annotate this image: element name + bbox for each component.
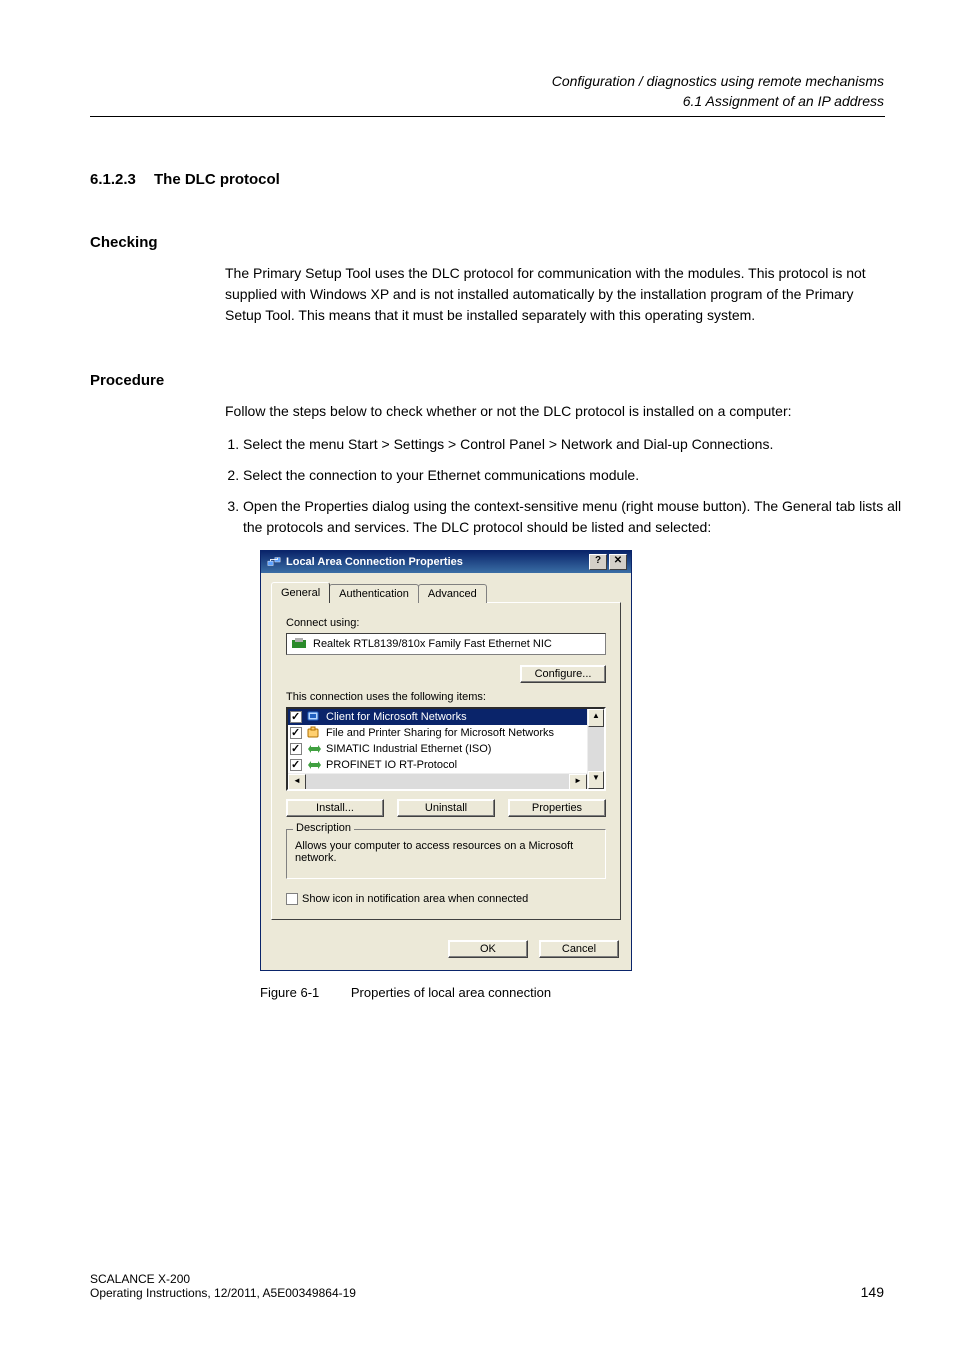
header-subtitle: 6.1 Assignment of an IP address bbox=[552, 92, 884, 112]
section-heading: 6.1.2.3 The DLC protocol bbox=[90, 171, 884, 188]
service-icon bbox=[306, 726, 322, 740]
protocol-icon bbox=[306, 742, 322, 756]
nic-display: Realtek RTL8139/810x Family Fast Etherne… bbox=[286, 633, 606, 655]
show-icon-row[interactable]: Show icon in notification area when conn… bbox=[286, 893, 606, 905]
local-area-connection-properties-window: Local Area Connection Properties ? ✕ Gen… bbox=[260, 550, 632, 971]
checking-body: The Primary Setup Tool uses the DLC prot… bbox=[225, 263, 885, 326]
description-text: Allows your computer to access resources… bbox=[295, 840, 597, 864]
footer-line1: SCALANCE X-200 bbox=[90, 1272, 356, 1286]
procedure-step: Select the connection to your Ethernet c… bbox=[243, 465, 903, 486]
scroll-left-button[interactable]: ◄ bbox=[288, 774, 306, 789]
footer-line2: Operating Instructions, 12/2011, A5E0034… bbox=[90, 1286, 356, 1300]
nic-icon bbox=[291, 637, 307, 651]
procedure-step: Select the menu Start > Settings > Contr… bbox=[243, 434, 903, 455]
tab-general[interactable]: General bbox=[271, 582, 330, 603]
section-title: The DLC protocol bbox=[154, 171, 280, 188]
procedure-step: Open the Properties dialog using the con… bbox=[243, 496, 903, 538]
description-legend: Description bbox=[293, 822, 354, 834]
scroll-right-button[interactable]: ► bbox=[569, 774, 587, 789]
figure-text: Properties of local area connection bbox=[351, 985, 551, 1000]
list-item[interactable]: Client for Microsoft Networks bbox=[288, 709, 587, 725]
tab-authentication[interactable]: Authentication bbox=[329, 584, 419, 603]
checkbox[interactable] bbox=[290, 759, 302, 771]
close-button[interactable]: ✕ bbox=[609, 554, 627, 570]
list-item-label: File and Printer Sharing for Microsoft N… bbox=[326, 727, 554, 739]
install-button[interactable]: Install... bbox=[286, 799, 384, 817]
checkbox[interactable] bbox=[290, 711, 302, 723]
show-icon-label: Show icon in notification area when conn… bbox=[302, 893, 528, 905]
description-group: Description Allows your computer to acce… bbox=[286, 829, 606, 879]
list-item[interactable]: PROFINET IO RT-Protocol bbox=[288, 757, 587, 773]
checkbox[interactable] bbox=[290, 727, 302, 739]
window-title: Local Area Connection Properties bbox=[286, 556, 587, 568]
procedure-heading: Procedure bbox=[90, 372, 884, 389]
figure-caption: Figure 6-1 Properties of local area conn… bbox=[260, 985, 884, 1000]
scroll-down-button[interactable]: ▼ bbox=[588, 771, 604, 789]
tab-advanced[interactable]: Advanced bbox=[418, 584, 487, 603]
page-header: Configuration / diagnostics using remote… bbox=[552, 72, 884, 111]
footer-left: SCALANCE X-200 Operating Instructions, 1… bbox=[90, 1272, 356, 1300]
show-icon-checkbox[interactable] bbox=[286, 893, 298, 905]
client-icon bbox=[306, 710, 322, 724]
protocol-icon bbox=[306, 758, 322, 772]
header-title: Configuration / diagnostics using remote… bbox=[552, 72, 884, 92]
figure-number: Figure 6-1 bbox=[260, 985, 319, 1000]
cancel-button[interactable]: Cancel bbox=[539, 940, 619, 958]
ok-button[interactable]: OK bbox=[448, 940, 528, 958]
scrollbar-vertical[interactable]: ▲ ▼ bbox=[587, 709, 604, 789]
items-label: This connection uses the following items… bbox=[286, 691, 606, 703]
page-footer: SCALANCE X-200 Operating Instructions, 1… bbox=[90, 1272, 884, 1300]
list-item[interactable]: SIMATIC Industrial Ethernet (ISO) bbox=[288, 741, 587, 757]
scrollbar-horizontal[interactable]: ◄ ► bbox=[288, 773, 587, 789]
scroll-up-button[interactable]: ▲ bbox=[588, 709, 604, 727]
window-icon bbox=[267, 555, 281, 569]
connect-using-label: Connect using: bbox=[286, 617, 606, 629]
checkbox[interactable] bbox=[290, 743, 302, 755]
list-item-label: Client for Microsoft Networks bbox=[326, 711, 467, 723]
page-number: 149 bbox=[861, 1284, 884, 1300]
checking-heading: Checking bbox=[90, 234, 884, 251]
list-item-label: PROFINET IO RT-Protocol bbox=[326, 759, 457, 771]
help-button[interactable]: ? bbox=[589, 554, 607, 570]
procedure-steps: Select the menu Start > Settings > Contr… bbox=[225, 434, 903, 538]
uninstall-button[interactable]: Uninstall bbox=[397, 799, 495, 817]
connection-items-list[interactable]: Client for Microsoft Networks File and P… bbox=[286, 707, 606, 791]
procedure-intro: Follow the steps below to check whether … bbox=[225, 401, 885, 422]
dialog-buttons: OK Cancel bbox=[261, 932, 631, 970]
section-number: 6.1.2.3 bbox=[90, 171, 150, 188]
nic-name: Realtek RTL8139/810x Family Fast Etherne… bbox=[313, 638, 552, 650]
tab-strip: General Authentication Advanced bbox=[271, 584, 621, 603]
configure-button[interactable]: Configure... bbox=[520, 665, 606, 683]
properties-button[interactable]: Properties bbox=[508, 799, 606, 817]
list-item[interactable]: File and Printer Sharing for Microsoft N… bbox=[288, 725, 587, 741]
list-item-label: SIMATIC Industrial Ethernet (ISO) bbox=[326, 743, 491, 755]
header-rule bbox=[90, 116, 885, 117]
title-bar[interactable]: Local Area Connection Properties ? ✕ bbox=[261, 551, 631, 573]
dialog-screenshot: Local Area Connection Properties ? ✕ Gen… bbox=[260, 550, 884, 971]
tab-body-general: Connect using: Realtek RTL8139/810x Fami… bbox=[271, 602, 621, 920]
